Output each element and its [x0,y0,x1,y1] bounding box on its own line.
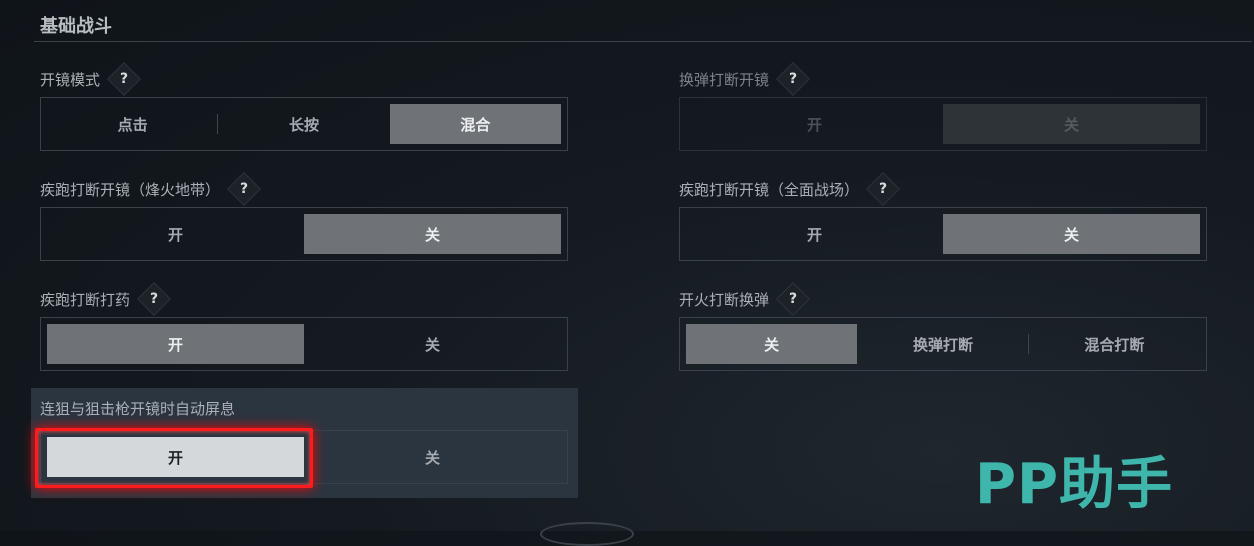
option-reload-interrupt[interactable]: 换弹打断 [857,324,1029,364]
setting-label: 疾跑打断打药 [40,290,131,309]
option-mixed-interrupt[interactable]: 混合打断 [1029,324,1200,364]
decorative-shape [540,522,634,546]
sprint-scope-havoc-toggle: 开 关 [679,207,1207,261]
setting-label: 疾跑打断开镜（烽火地带） [40,180,221,199]
option-off[interactable]: 关 [304,214,561,254]
help-icon[interactable]: ? [107,62,141,96]
section-divider [34,41,1252,42]
setting-label: 开镜模式 [40,70,101,89]
option-hold[interactable]: 长按 [218,104,389,144]
help-icon[interactable]: ? [227,172,261,206]
option-mixed[interactable]: 混合 [389,104,561,144]
option-off[interactable]: 关 [304,324,561,364]
setting-label: 开火打断换弹 [679,290,770,309]
option-off[interactable]: 关 [686,324,858,364]
section-title: 基础战斗 [40,16,112,37]
reload-scope-toggle: 开 关 [679,97,1207,151]
option-on[interactable]: 开 [686,214,943,254]
help-icon[interactable]: ? [866,172,900,206]
option-tap[interactable]: 点击 [47,104,219,144]
setting-label: 连狙与狙击枪开镜时自动屏息 [40,399,236,418]
help-icon[interactable]: ? [137,282,171,316]
help-icon[interactable]: ? [776,282,810,316]
sprint-heal-toggle: 开 关 [40,317,568,371]
fire-reload-segmented-control: 关 换弹打断 混合打断 [679,317,1207,371]
option-off[interactable]: 关 [943,104,1200,144]
option-on[interactable]: 开 [47,214,304,254]
option-on[interactable]: 开 [47,324,304,364]
scope-mode-segmented-control: 点击 长按 混合 [40,97,568,151]
option-off[interactable]: 关 [304,437,561,477]
highlight-frame [35,428,313,488]
watermark-logo: PP助手 [975,452,1174,517]
option-off[interactable]: 关 [943,214,1200,254]
sprint-scope-warzone-toggle: 开 关 [40,207,568,261]
setting-label: 疾跑打断开镜（全面战场） [679,180,860,199]
help-icon[interactable]: ? [776,62,810,96]
setting-label: 换弹打断开镜 [679,70,770,89]
option-on[interactable]: 开 [686,104,943,144]
